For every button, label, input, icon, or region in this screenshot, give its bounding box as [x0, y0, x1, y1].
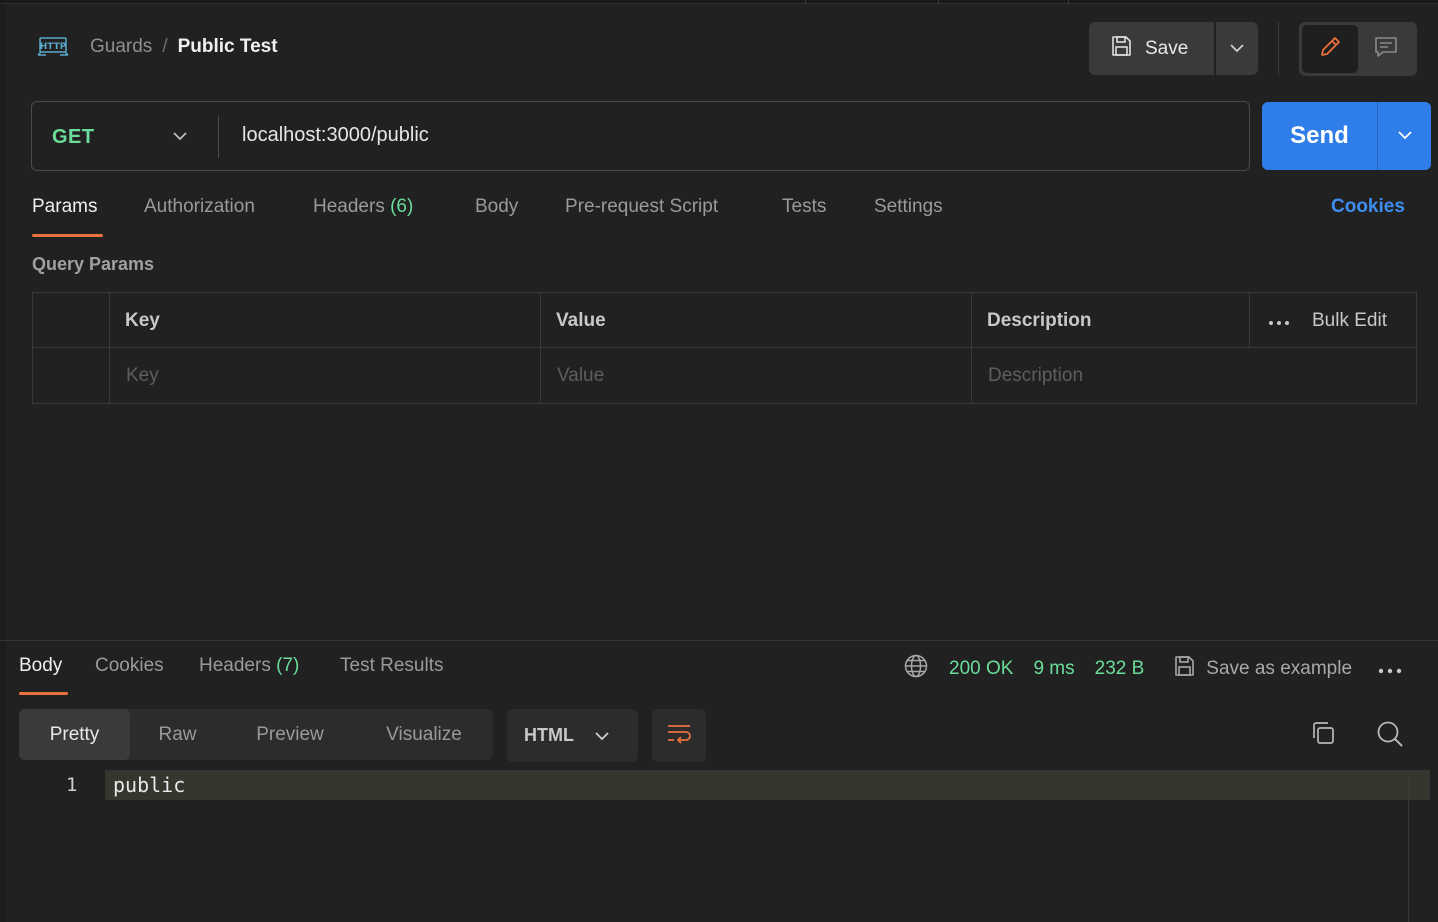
tab-settings[interactable]: Settings	[874, 196, 943, 218]
http-icon: HTTP	[36, 34, 70, 58]
chevron-down-icon	[594, 725, 610, 746]
view-raw-button[interactable]: Raw	[130, 709, 225, 760]
response-pane-divider[interactable]	[0, 640, 1438, 641]
url-input[interactable]: localhost:3000/public	[242, 124, 429, 147]
header-divider	[1278, 22, 1279, 75]
request-title[interactable]: Public Test	[178, 36, 278, 58]
copy-icon	[1309, 719, 1337, 752]
response-status-bar: 200 OK 9 ms 232 B Save as example	[903, 653, 1402, 685]
status-code[interactable]: 200 OK	[949, 658, 1013, 680]
save-button[interactable]: Save	[1089, 22, 1214, 75]
save-icon	[1172, 654, 1196, 684]
view-mode-toggle: Pretty Raw Preview Visualize	[19, 709, 493, 760]
active-response-tab-indicator	[19, 692, 68, 695]
description-input[interactable]: Description	[971, 348, 1416, 403]
headers-count: (6)	[390, 196, 414, 217]
sidebar-mode-toggle	[1299, 22, 1417, 76]
bulk-edit-area: Bulk Edit	[1249, 293, 1387, 348]
format-value: HTML	[524, 725, 574, 745]
save-group: Save	[1089, 22, 1258, 75]
chevron-down-icon	[1229, 40, 1245, 58]
send-button[interactable]: Send	[1262, 102, 1378, 170]
method-select[interactable]: GET	[52, 126, 95, 149]
comment-icon	[1373, 34, 1399, 65]
tab-body[interactable]: Body	[475, 196, 518, 218]
send-options-button[interactable]	[1378, 102, 1431, 170]
url-divider	[218, 116, 219, 158]
tab-authorization[interactable]: Authorization	[144, 196, 255, 218]
query-params-table: Key Value Description Bulk Edit Key Valu…	[32, 292, 1417, 404]
save-as-example-label: Save as example	[1206, 658, 1353, 679]
chevron-down-icon	[1397, 127, 1413, 145]
save-icon	[1109, 34, 1133, 64]
url-bar: GET localhost:3000/public	[31, 101, 1250, 171]
value-column-header: Value	[540, 293, 971, 348]
save-options-button[interactable]	[1216, 22, 1258, 75]
edit-mode-button[interactable]	[1302, 25, 1358, 73]
pencil-icon	[1317, 34, 1343, 65]
response-body-text[interactable]: public	[113, 773, 185, 797]
row-checkbox-cell	[33, 348, 109, 403]
search-button[interactable]	[1372, 718, 1408, 754]
breadcrumb-collection[interactable]: Guards	[90, 36, 152, 58]
top-tab-strip	[0, 0, 1438, 4]
tab-tests[interactable]: Tests	[782, 196, 826, 218]
format-select[interactable]: HTML	[507, 709, 638, 762]
comments-mode-button[interactable]	[1358, 25, 1414, 73]
code-line: 1 public	[0, 770, 1430, 800]
cookies-link[interactable]: Cookies	[1331, 196, 1405, 218]
view-preview-button[interactable]: Preview	[225, 709, 355, 760]
checkbox-column-header	[33, 293, 109, 348]
chevron-down-icon[interactable]	[172, 128, 188, 146]
request-header: HTTP Guards / Public Test Save	[0, 20, 1438, 76]
globe-icon[interactable]	[903, 653, 929, 685]
response-headers-count: (7)	[276, 655, 300, 676]
response-tab-cookies[interactable]: Cookies	[95, 655, 164, 677]
response-tab-test-results[interactable]: Test Results	[340, 655, 443, 677]
query-params-heading: Query Params	[32, 254, 155, 274]
value-input[interactable]: Value	[540, 348, 971, 403]
save-label: Save	[1145, 37, 1189, 59]
key-column-header: Key	[109, 293, 540, 348]
response-size[interactable]: 232 B	[1095, 658, 1145, 680]
bulk-edit-button[interactable]: Bulk Edit	[1312, 310, 1387, 332]
table-header-row: Key Value Description Bulk Edit	[33, 293, 1416, 348]
active-tab-indicator	[32, 234, 103, 237]
wrap-lines-icon	[665, 721, 693, 750]
response-time[interactable]: 9 ms	[1033, 658, 1074, 680]
active-line-highlight	[105, 770, 1430, 800]
key-input[interactable]: Key	[109, 348, 540, 403]
view-visualize-button[interactable]: Visualize	[355, 709, 493, 760]
tab-headers[interactable]: Headers (6)	[313, 196, 413, 218]
send-group: Send	[1262, 102, 1431, 170]
save-as-example-button[interactable]: Save as example	[1172, 654, 1352, 684]
table-row: Key Value Description	[33, 348, 1416, 403]
response-tab-headers[interactable]: Headers (7)	[199, 655, 299, 677]
description-column-header: Description	[971, 293, 1249, 348]
breadcrumb-separator: /	[162, 36, 168, 57]
view-pretty-button[interactable]: Pretty	[19, 709, 130, 760]
svg-text:HTTP: HTTP	[40, 42, 67, 52]
more-options-icon[interactable]	[1268, 310, 1290, 332]
response-tab-body[interactable]: Body	[19, 655, 62, 677]
tab-pre-request-script[interactable]: Pre-request Script	[565, 196, 718, 218]
editor-scrollbar[interactable]	[1408, 770, 1409, 922]
copy-button[interactable]	[1306, 718, 1340, 752]
more-options-icon[interactable]	[1378, 658, 1402, 680]
breadcrumb: Guards / Public Test	[90, 36, 278, 58]
tab-params[interactable]: Params	[32, 196, 97, 218]
line-number: 1	[66, 774, 78, 796]
wrap-lines-button[interactable]	[652, 709, 706, 762]
search-icon	[1375, 719, 1405, 754]
